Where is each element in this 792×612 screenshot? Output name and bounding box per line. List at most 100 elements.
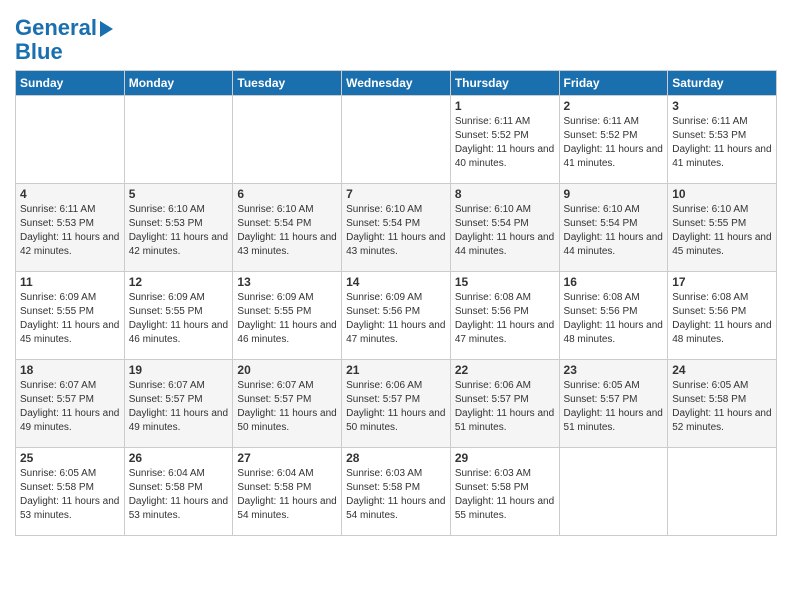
day-number: 28 [346,451,446,465]
day-info: Sunrise: 6:11 AM Sunset: 5:52 PM Dayligh… [455,116,554,169]
day-number: 6 [237,187,337,201]
calendar-cell: 24 Sunrise: 6:05 AM Sunset: 5:58 PM Dayli… [668,360,777,448]
day-info: Sunrise: 6:08 AM Sunset: 5:56 PM Dayligh… [564,292,663,345]
day-number: 27 [237,451,337,465]
calendar-cell: 3 Sunrise: 6:11 AM Sunset: 5:53 PM Daylig… [668,96,777,184]
calendar-cell: 2 Sunrise: 6:11 AM Sunset: 5:52 PM Daylig… [559,96,668,184]
day-info: Sunrise: 6:07 AM Sunset: 5:57 PM Dayligh… [129,380,228,433]
day-number: 21 [346,363,446,377]
calendar-cell [559,448,668,536]
day-header: Saturday [668,71,777,96]
calendar-cell: 22 Sunrise: 6:06 AM Sunset: 5:57 PM Dayli… [450,360,559,448]
calendar-cell: 14 Sunrise: 6:09 AM Sunset: 5:56 PM Dayli… [342,272,451,360]
calendar-cell: 11 Sunrise: 6:09 AM Sunset: 5:55 PM Dayli… [16,272,125,360]
day-info: Sunrise: 6:09 AM Sunset: 5:56 PM Dayligh… [346,292,445,345]
calendar-cell: 13 Sunrise: 6:09 AM Sunset: 5:55 PM Dayli… [233,272,342,360]
calendar-cell: 28 Sunrise: 6:03 AM Sunset: 5:58 PM Dayli… [342,448,451,536]
calendar-cell: 17Sunrise: 6:08 AM Sunset: 5:56 PM Dayli… [668,272,777,360]
calendar-cell [124,96,233,184]
day-info: Sunrise: 6:09 AM Sunset: 5:55 PM Dayligh… [20,292,119,345]
day-info: Sunrise: 6:11 AM Sunset: 5:52 PM Dayligh… [564,116,663,169]
calendar-cell: 10 Sunrise: 6:10 AM Sunset: 5:55 PM Dayli… [668,184,777,272]
calendar-cell [342,96,451,184]
calendar-cell [233,96,342,184]
day-info: Sunrise: 6:07 AM Sunset: 5:57 PM Dayligh… [237,380,336,433]
day-number: 19 [129,363,229,377]
calendar-cell: 16 Sunrise: 6:08 AM Sunset: 5:56 PM Dayli… [559,272,668,360]
calendar-cell: 27 Sunrise: 6:04 AM Sunset: 5:58 PM Dayli… [233,448,342,536]
day-info: Sunrise: 6:07 AM Sunset: 5:57 PM Dayligh… [20,380,119,433]
calendar-week-row: 11 Sunrise: 6:09 AM Sunset: 5:55 PM Dayli… [16,272,777,360]
calendar-cell: 25Sunrise: 6:05 AM Sunset: 5:58 PM Dayli… [16,448,125,536]
day-number: 10 [672,187,772,201]
day-number: 20 [237,363,337,377]
day-info: Sunrise: 6:10 AM Sunset: 5:54 PM Dayligh… [564,204,663,257]
calendar-cell: 12 Sunrise: 6:09 AM Sunset: 5:55 PM Dayli… [124,272,233,360]
day-header: Thursday [450,71,559,96]
day-info: Sunrise: 6:09 AM Sunset: 5:55 PM Dayligh… [129,292,228,345]
day-info: Sunrise: 6:04 AM Sunset: 5:58 PM Dayligh… [129,468,228,521]
calendar-week-row: 25Sunrise: 6:05 AM Sunset: 5:58 PM Dayli… [16,448,777,536]
day-info: Sunrise: 6:03 AM Sunset: 5:58 PM Dayligh… [455,468,554,521]
day-info: Sunrise: 6:05 AM Sunset: 5:58 PM Dayligh… [20,468,119,521]
day-info: Sunrise: 6:09 AM Sunset: 5:55 PM Dayligh… [237,292,336,345]
calendar-header-row: SundayMondayTuesdayWednesdayThursdayFrid… [16,71,777,96]
calendar-week-row: 18Sunrise: 6:07 AM Sunset: 5:57 PM Dayli… [16,360,777,448]
day-info: Sunrise: 6:10 AM Sunset: 5:54 PM Dayligh… [346,204,445,257]
header: General Blue [15,10,777,64]
day-number: 29 [455,451,555,465]
calendar-body: 1 Sunrise: 6:11 AM Sunset: 5:52 PM Daylig… [16,96,777,536]
calendar-cell: 26Sunrise: 6:04 AM Sunset: 5:58 PM Dayli… [124,448,233,536]
calendar-cell: 19 Sunrise: 6:07 AM Sunset: 5:57 PM Dayli… [124,360,233,448]
day-info: Sunrise: 6:03 AM Sunset: 5:58 PM Dayligh… [346,468,445,521]
day-info: Sunrise: 6:10 AM Sunset: 5:55 PM Dayligh… [672,204,771,257]
calendar-cell: 29 Sunrise: 6:03 AM Sunset: 5:58 PM Dayli… [450,448,559,536]
day-number: 12 [129,275,229,289]
day-info: Sunrise: 6:05 AM Sunset: 5:57 PM Dayligh… [564,380,663,433]
day-number: 24 [672,363,772,377]
day-number: 8 [455,187,555,201]
day-number: 17 [672,275,772,289]
calendar-week-row: 4 Sunrise: 6:11 AM Sunset: 5:53 PM Daylig… [16,184,777,272]
day-info: Sunrise: 6:11 AM Sunset: 5:53 PM Dayligh… [20,204,119,257]
day-number: 15 [455,275,555,289]
calendar-cell: 21 Sunrise: 6:06 AM Sunset: 5:57 PM Dayli… [342,360,451,448]
day-number: 13 [237,275,337,289]
day-info: Sunrise: 6:08 AM Sunset: 5:56 PM Dayligh… [455,292,554,345]
day-info: Sunrise: 6:06 AM Sunset: 5:57 PM Dayligh… [455,380,554,433]
day-header: Friday [559,71,668,96]
calendar-cell [668,448,777,536]
calendar-cell [16,96,125,184]
day-info: Sunrise: 6:06 AM Sunset: 5:57 PM Dayligh… [346,380,445,433]
day-number: 11 [20,275,120,289]
day-number: 2 [564,99,664,113]
calendar-cell: 15 Sunrise: 6:08 AM Sunset: 5:56 PM Dayli… [450,272,559,360]
logo-text2: Blue [15,40,63,64]
day-info: Sunrise: 6:04 AM Sunset: 5:58 PM Dayligh… [237,468,336,521]
day-number: 14 [346,275,446,289]
day-number: 16 [564,275,664,289]
day-info: Sunrise: 6:10 AM Sunset: 5:54 PM Dayligh… [455,204,554,257]
day-info: Sunrise: 6:11 AM Sunset: 5:53 PM Dayligh… [672,116,771,169]
calendar-cell: 5 Sunrise: 6:10 AM Sunset: 5:53 PM Daylig… [124,184,233,272]
day-info: Sunrise: 6:05 AM Sunset: 5:58 PM Dayligh… [672,380,771,433]
day-number: 1 [455,99,555,113]
day-number: 4 [20,187,120,201]
calendar-cell: 9Sunrise: 6:10 AM Sunset: 5:54 PM Daylig… [559,184,668,272]
calendar-table: SundayMondayTuesdayWednesdayThursdayFrid… [15,70,777,536]
day-info: Sunrise: 6:10 AM Sunset: 5:53 PM Dayligh… [129,204,228,257]
day-number: 22 [455,363,555,377]
calendar-cell: 1 Sunrise: 6:11 AM Sunset: 5:52 PM Daylig… [450,96,559,184]
calendar-cell: 6Sunrise: 6:10 AM Sunset: 5:54 PM Daylig… [233,184,342,272]
calendar-cell: 23 Sunrise: 6:05 AM Sunset: 5:57 PM Dayli… [559,360,668,448]
day-number: 3 [672,99,772,113]
calendar-cell: 18Sunrise: 6:07 AM Sunset: 5:57 PM Dayli… [16,360,125,448]
day-header: Monday [124,71,233,96]
calendar-cell: 4 Sunrise: 6:11 AM Sunset: 5:53 PM Daylig… [16,184,125,272]
logo: General Blue [15,16,113,64]
logo-text: General [15,16,113,40]
day-number: 5 [129,187,229,201]
day-number: 23 [564,363,664,377]
day-header: Sunday [16,71,125,96]
calendar-cell: 7Sunrise: 6:10 AM Sunset: 5:54 PM Daylig… [342,184,451,272]
